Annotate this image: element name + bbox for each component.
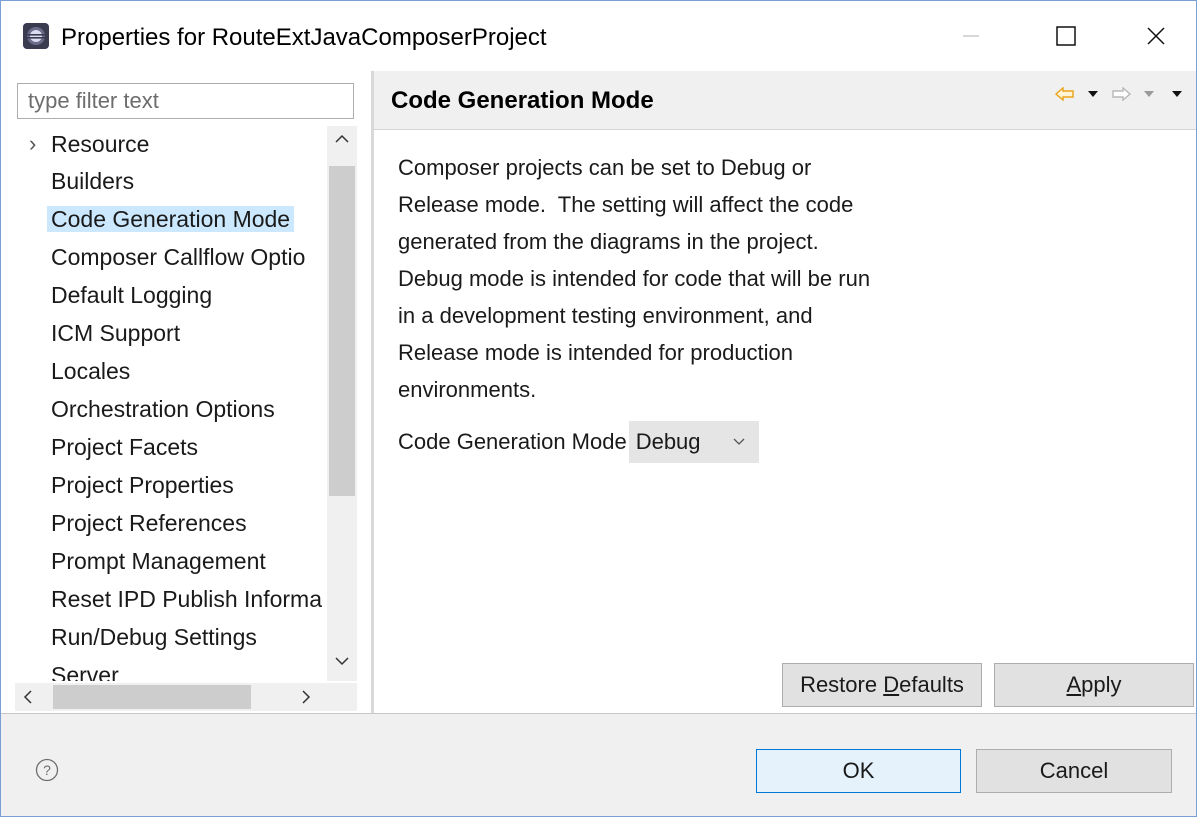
tree-item-reset-ipd-publish-information[interactable]: Reset IPD Publish Informa (51, 581, 322, 617)
vertical-scroll-thumb[interactable] (329, 166, 355, 496)
close-icon (1147, 27, 1165, 45)
description-line: Release mode. The setting will affect th… (398, 192, 854, 217)
maximize-icon (1056, 26, 1076, 46)
svg-text:?: ? (43, 762, 51, 778)
minimize-button[interactable] (941, 9, 1001, 63)
preferences-tree-panel: › Resource Builders Code Generation Mode… (1, 71, 371, 713)
tree-item-default-logging[interactable]: Default Logging (51, 277, 212, 313)
description-line: Debug mode is intended for code that wil… (398, 266, 871, 291)
tree-item-prompt-management[interactable]: Prompt Management (51, 543, 266, 579)
tree-item-composer-callflow-options[interactable]: Composer Callflow Optio (51, 239, 305, 275)
tree-item-project-facets[interactable]: Project Facets (51, 429, 198, 465)
filter-input[interactable] (17, 83, 354, 119)
window-title: Properties for RouteExtJavaComposerProje… (61, 24, 547, 51)
description-line: in a development testing environment, an… (398, 303, 813, 328)
scroll-down-icon[interactable] (335, 656, 349, 666)
chevron-down-icon (733, 438, 745, 445)
eclipse-app-icon (23, 23, 49, 49)
forward-arrow-icon (1112, 87, 1131, 101)
horizontal-scroll-thumb[interactable] (53, 685, 251, 709)
back-button[interactable] (1054, 83, 1076, 105)
tree-item-locales[interactable]: Locales (51, 353, 130, 389)
code-generation-mode-select[interactable]: Debug (628, 421, 759, 463)
mode-row: Code Generation Mode Debug (398, 421, 759, 463)
close-button[interactable] (1126, 9, 1186, 63)
tree-item-project-references[interactable]: Project References (51, 505, 247, 541)
minimize-icon (963, 35, 979, 37)
page-description: Composer projects can be set to Debug or… (398, 149, 958, 408)
ok-button[interactable]: OK (756, 749, 961, 793)
view-menu-button[interactable] (1166, 83, 1188, 105)
tree-item-run-debug-settings[interactable]: Run/Debug Settings (51, 619, 257, 655)
expand-chevron-icon[interactable]: › (29, 126, 36, 162)
scroll-up-icon[interactable] (335, 134, 349, 144)
dropdown-triangle-icon (1144, 91, 1154, 97)
help-icon[interactable]: ? (35, 758, 59, 782)
apply-button[interactable]: Apply (994, 663, 1194, 707)
property-page: Code Generation Mode Composer projects c… (374, 71, 1196, 713)
description-line: Release mode is intended for production (398, 340, 794, 365)
scroll-right-icon[interactable] (301, 690, 311, 704)
tree-item-orchestration-options[interactable]: Orchestration Options (51, 391, 275, 427)
code-generation-mode-label: Code Generation Mode (398, 429, 627, 454)
page-title: Code Generation Mode (391, 87, 654, 114)
restore-defaults-button[interactable]: Restore Defaults (782, 663, 982, 707)
tree-horizontal-scrollbar[interactable] (15, 683, 327, 711)
dropdown-triangle-icon (1088, 91, 1098, 97)
property-tree: › Resource Builders Code Generation Mode… (1, 126, 323, 681)
scrollbar-corner (327, 683, 357, 711)
tree-item-code-generation-mode[interactable]: Code Generation Mode (47, 201, 295, 237)
dialog-footer: ? OK Cancel (1, 714, 1196, 816)
description-line: Composer projects can be set to Debug or (398, 155, 812, 180)
scroll-left-icon[interactable] (23, 690, 33, 704)
properties-dialog: Properties for RouteExtJavaComposerProje… (0, 0, 1197, 817)
cancel-button[interactable]: Cancel (976, 749, 1172, 793)
tree-item-server[interactable]: Server (51, 657, 119, 681)
navigation-buttons (1054, 83, 1188, 105)
tree-item-resource[interactable]: Resource (51, 126, 149, 162)
title-bar: Properties for RouteExtJavaComposerProje… (1, 1, 1196, 71)
tree-item-project-properties[interactable]: Project Properties (51, 467, 234, 503)
selected-mode-value: Debug (635, 429, 701, 454)
description-line: environments. (398, 377, 537, 402)
back-arrow-icon (1055, 87, 1074, 101)
maximize-button[interactable] (1036, 9, 1096, 63)
tree-item-builders[interactable]: Builders (51, 163, 134, 199)
tree-vertical-scrollbar[interactable] (327, 126, 357, 681)
description-line: generated from the diagrams in the proje… (398, 229, 819, 254)
view-menu-icon (1172, 91, 1182, 97)
forward-button[interactable] (1110, 83, 1132, 105)
forward-dropdown[interactable] (1138, 83, 1160, 105)
page-header: Code Generation Mode (374, 71, 1196, 130)
tree-item-icm-support[interactable]: ICM Support (51, 315, 180, 351)
back-dropdown[interactable] (1082, 83, 1104, 105)
